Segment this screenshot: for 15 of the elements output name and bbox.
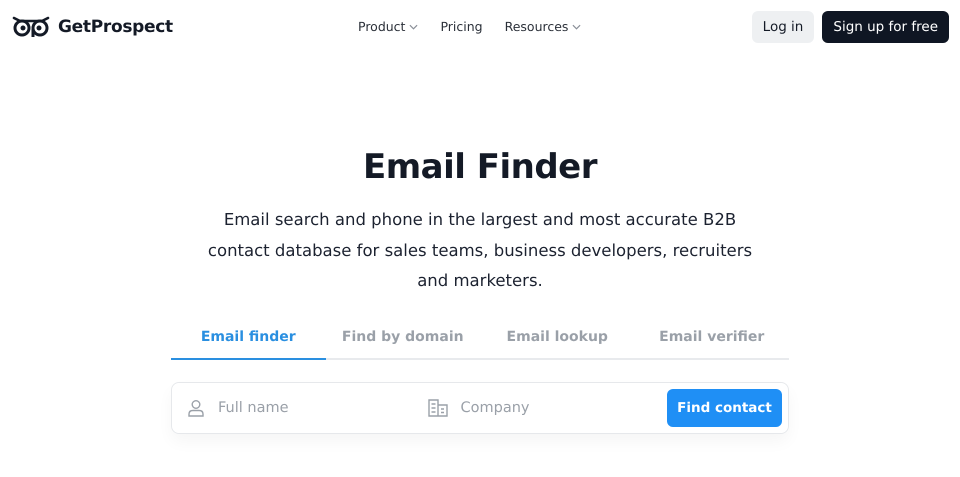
input-field[interactable]: Company bbox=[458, 398, 632, 416]
owl-logo-icon bbox=[12, 15, 50, 39]
chevron-down-icon bbox=[572, 24, 582, 30]
nav-link[interactable]: Product bbox=[358, 19, 418, 34]
signup-button[interactable]: Sign up for free bbox=[822, 11, 949, 43]
brand-name: GetProspect bbox=[58, 17, 173, 37]
page-title: Email Finder bbox=[363, 147, 597, 187]
hero-description: Email search and phone in the largest and most accurate B2B contact database for sales teams, business developers, recruiters and marketers. bbox=[206, 209, 754, 292]
nav-link[interactable]: Resources bbox=[504, 19, 582, 34]
building-icon bbox=[426, 398, 448, 418]
person-icon bbox=[186, 398, 206, 418]
nav-link[interactable]: Pricing bbox=[440, 19, 483, 34]
chevron-down-icon bbox=[409, 24, 418, 30]
input-field[interactable]: Full name bbox=[216, 398, 390, 416]
login-button[interactable]: Log in bbox=[752, 11, 814, 43]
